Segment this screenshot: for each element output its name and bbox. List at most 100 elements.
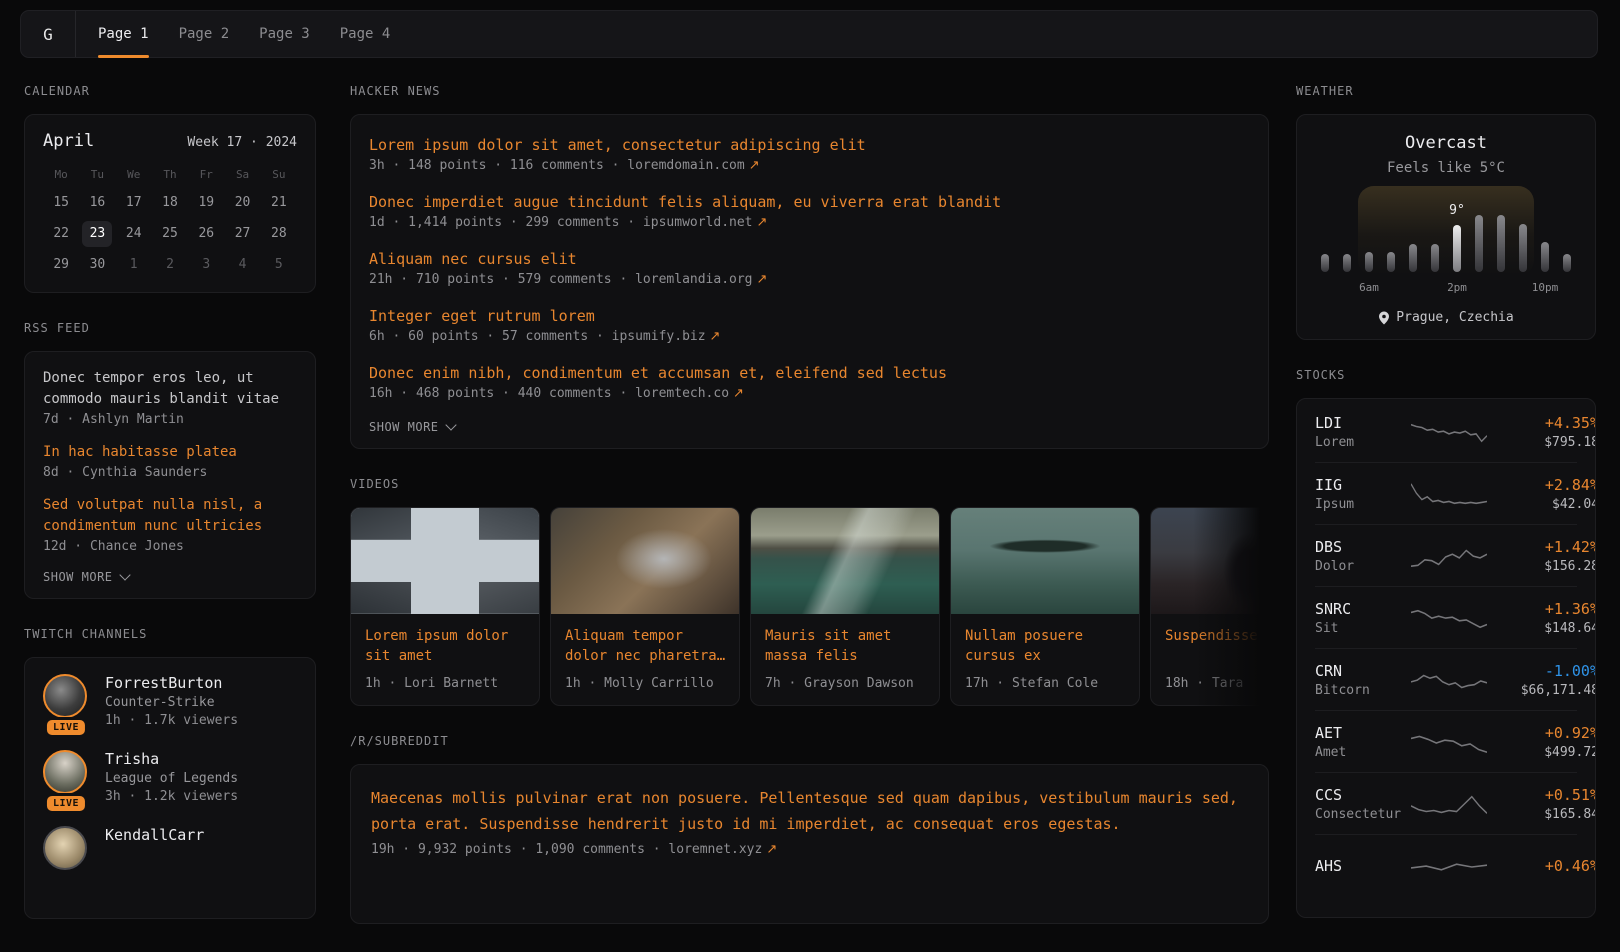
hn-show-more-button[interactable]: SHOW MORE: [369, 420, 1250, 434]
stock-row[interactable]: CCSConsectetur +0.51%$165.84: [1315, 772, 1577, 834]
weather-bar: [1321, 254, 1329, 272]
video-card[interactable]: Aliquam tempor dolor nec pharetra… 1h · …: [550, 507, 740, 706]
channel-game: League of Legends: [105, 771, 238, 786]
stock-ticker: AHS: [1315, 857, 1411, 875]
channel-viewers: 3h · 1.2k viewers: [105, 789, 238, 804]
twitch-channel-row[interactable]: LIVE ForrestBurton Counter-Strike 1h · 1…: [43, 674, 297, 728]
hn-item-link[interactable]: Lorem ipsum dolor sit amet, consectetur …: [369, 135, 1250, 155]
center-column: HACKER NEWS Lorem ipsum dolor sit amet, …: [350, 84, 1269, 952]
page-tabs: Page 1 Page 2 Page 3 Page 4: [76, 11, 390, 57]
stocks-widget: LDILorem +4.35%$795.18 IIGIpsum +2.84%$4…: [1296, 398, 1596, 918]
stock-name: Sit: [1315, 621, 1411, 636]
stock-row[interactable]: CRNBitcorn -1.00%$66,171.48: [1315, 648, 1577, 710]
channel-game: Counter-Strike: [105, 695, 238, 710]
avatar: [43, 826, 87, 870]
twitch-channel-row[interactable]: LIVE Trisha League of Legends 3h · 1.2k …: [43, 750, 297, 804]
video-card[interactable]: Lorem ipsum dolor sit amet consectetu… 1…: [350, 507, 540, 706]
rss-item-link[interactable]: Sed volutpat nulla nisl, a condimentum n…: [43, 495, 297, 537]
twitch-section: TWITCH CHANNELS LIVE ForrestBurton Count…: [24, 627, 316, 919]
calendar-day: 25: [152, 221, 188, 247]
hn-item-link[interactable]: Donec imperdiet augue tincidunt felis al…: [369, 192, 1250, 212]
external-link-icon: ↗: [766, 842, 777, 857]
video-thumbnail: [751, 508, 939, 614]
video-title[interactable]: Mauris sit amet massa felis: [751, 614, 939, 666]
stock-name: Lorem: [1315, 435, 1411, 450]
calendar-day: 29: [43, 252, 79, 278]
stock-price: $165.84: [1487, 807, 1596, 822]
hn-item: Donec enim nibh, condimentum et accumsan…: [369, 363, 1250, 401]
weekday-label: Th: [152, 165, 188, 185]
hn-item: Integer eget rutrum lorem 6h · 60 points…: [369, 306, 1250, 344]
channel-name[interactable]: KendallCarr: [105, 826, 204, 844]
stock-sparkline: [1411, 541, 1487, 571]
calendar-section-title: CALENDAR: [24, 84, 316, 98]
stock-ticker: CRN: [1315, 662, 1411, 680]
weekday-label: We: [116, 165, 152, 185]
stock-sparkline: [1411, 603, 1487, 633]
calendar-day: 20: [224, 190, 260, 216]
stock-name: Amet: [1315, 745, 1411, 760]
rss-item: Donec tempor eros leo, ut commodo mauris…: [43, 368, 297, 427]
weather-time-label: 2pm: [1447, 281, 1467, 294]
video-author: 1h · Lori Barnett: [351, 666, 539, 705]
channel-name[interactable]: Trisha: [105, 750, 238, 768]
calendar-day: 1: [116, 252, 152, 278]
stock-row[interactable]: AHS +0.46%: [1315, 834, 1577, 896]
live-badge: LIVE: [47, 796, 85, 811]
weather-bar: [1475, 215, 1483, 272]
channel-name[interactable]: ForrestBurton: [105, 674, 238, 692]
video-title[interactable]: Lorem ipsum dolor sit amet consectetu…: [351, 614, 539, 666]
subreddit-widget: Maecenas mollis pulvinar erat non posuer…: [350, 764, 1269, 924]
weekday-label: Su: [261, 165, 297, 185]
subreddit-section-title: /R/SUBREDDIT: [350, 734, 1269, 748]
video-title[interactable]: Aliquam tempor dolor nec pharetra…: [551, 614, 739, 666]
weather-widget: Overcast Feels like 5°C 9° 6am2pm10pm Pr…: [1296, 114, 1596, 340]
stock-ticker: SNRC: [1315, 600, 1411, 618]
stock-row[interactable]: AETAmet +0.92%$499.72: [1315, 710, 1577, 772]
hn-item: Lorem ipsum dolor sit amet, consectetur …: [369, 135, 1250, 173]
app-logo[interactable]: G: [21, 11, 76, 57]
weather-condition: Overcast: [1314, 133, 1578, 153]
stock-row[interactable]: LDILorem +4.35%$795.18: [1315, 401, 1577, 462]
video-title[interactable]: Nullam posuere cursus ex: [951, 614, 1139, 666]
reddit-post-link[interactable]: Maecenas mollis pulvinar erat non posuer…: [371, 785, 1248, 837]
hn-item-link[interactable]: Donec enim nibh, condimentum et accumsan…: [369, 363, 1250, 383]
chevron-down-icon: [119, 569, 130, 580]
calendar-day: 4: [224, 252, 260, 278]
stock-row[interactable]: IIGIpsum +2.84%$42.04: [1315, 462, 1577, 524]
twitch-section-title: TWITCH CHANNELS: [24, 627, 316, 641]
rss-item-link[interactable]: Donec tempor eros leo, ut commodo mauris…: [43, 368, 297, 410]
stock-ticker: LDI: [1315, 414, 1411, 432]
tab-page-1[interactable]: Page 1: [98, 11, 149, 57]
calendar-day: 22: [43, 221, 79, 247]
external-link-icon: ↗: [749, 158, 760, 173]
hn-item: Donec imperdiet augue tincidunt felis al…: [369, 192, 1250, 230]
hn-item-link[interactable]: Integer eget rutrum lorem: [369, 306, 1250, 326]
stock-row[interactable]: DBSDolor +1.42%$156.28: [1315, 524, 1577, 586]
carousel-fade-overlay: [1193, 507, 1269, 706]
video-card[interactable]: Mauris sit amet massa felis 7h · Grayson…: [750, 507, 940, 706]
stock-sparkline: [1411, 665, 1487, 695]
chevron-down-icon: [445, 419, 456, 430]
tab-page-2[interactable]: Page 2: [179, 11, 230, 57]
hn-item-meta: 6h · 60 points · 57 comments · ipsumify.…: [369, 329, 706, 344]
rss-item-link[interactable]: In hac habitasse platea: [43, 442, 297, 463]
video-card[interactable]: Nullam posuere cursus ex 17h · Stefan Co…: [950, 507, 1140, 706]
tab-page-4[interactable]: Page 4: [340, 11, 391, 57]
stock-change: +1.42%: [1487, 538, 1596, 556]
external-link-icon: ↗: [757, 272, 768, 287]
stock-sparkline: [1411, 851, 1487, 881]
rss-item-meta: 12d · Chance Jones: [43, 539, 297, 554]
rss-show-more-button[interactable]: SHOW MORE: [43, 570, 297, 584]
stock-price: $42.04: [1487, 497, 1596, 512]
rss-section-title: RSS FEED: [24, 321, 316, 335]
weather-bar: [1343, 254, 1351, 272]
location-pin-icon: [1378, 311, 1390, 325]
stock-sparkline: [1411, 479, 1487, 509]
twitch-channel-row[interactable]: KendallCarr: [43, 826, 297, 880]
tab-page-3[interactable]: Page 3: [259, 11, 310, 57]
hn-item-link[interactable]: Aliquam nec cursus elit: [369, 249, 1250, 269]
calendar-day: 5: [261, 252, 297, 278]
channel-viewers: 1h · 1.7k viewers: [105, 713, 238, 728]
stock-row[interactable]: SNRCSit +1.36%$148.64: [1315, 586, 1577, 648]
